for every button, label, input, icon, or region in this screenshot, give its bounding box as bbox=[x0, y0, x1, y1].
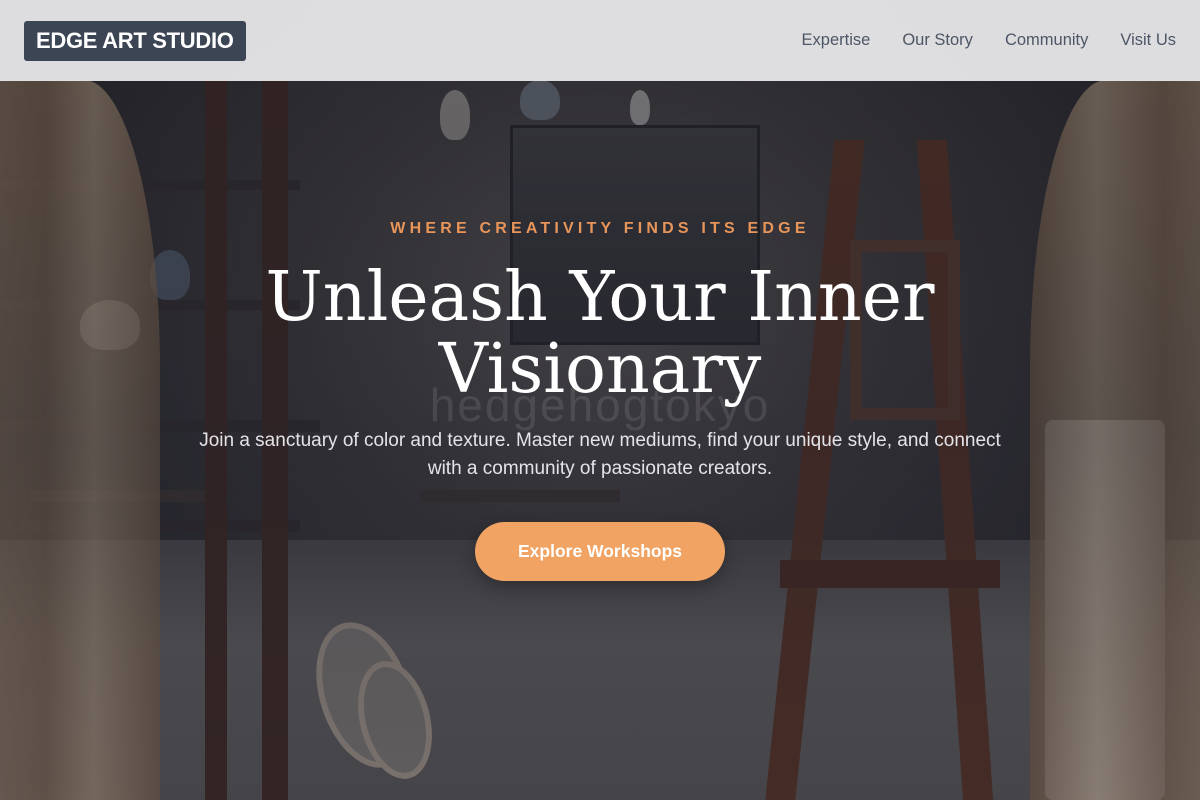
nav-link-expertise[interactable]: Expertise bbox=[802, 31, 871, 50]
hero-headline: Unleash Your Inner Visionary bbox=[0, 262, 1200, 406]
hero-eyebrow: WHERE CREATIVITY FINDS ITS EDGE bbox=[390, 220, 810, 237]
nav-link-our-story[interactable]: Our Story bbox=[902, 31, 973, 50]
hero-headline-line-1: Unleash Your Inner bbox=[265, 258, 935, 337]
hero-headline-line-2: Visionary bbox=[438, 330, 762, 409]
top-navbar: EDGE ART STUDIO Expertise Our Story Comm… bbox=[0, 0, 1200, 81]
hero-content: WHERE CREATIVITY FINDS ITS EDGE Unleash … bbox=[0, 0, 1200, 800]
hero-subtext: Join a sanctuary of color and texture. M… bbox=[199, 430, 1001, 479]
nav-link-visit-us[interactable]: Visit Us bbox=[1120, 31, 1176, 50]
nav-link-community[interactable]: Community bbox=[1005, 31, 1088, 50]
brand-logo[interactable]: EDGE ART STUDIO bbox=[24, 20, 246, 61]
main-nav: Expertise Our Story Community Visit Us bbox=[802, 31, 1176, 50]
explore-workshops-button[interactable]: Explore Workshops bbox=[475, 522, 725, 581]
